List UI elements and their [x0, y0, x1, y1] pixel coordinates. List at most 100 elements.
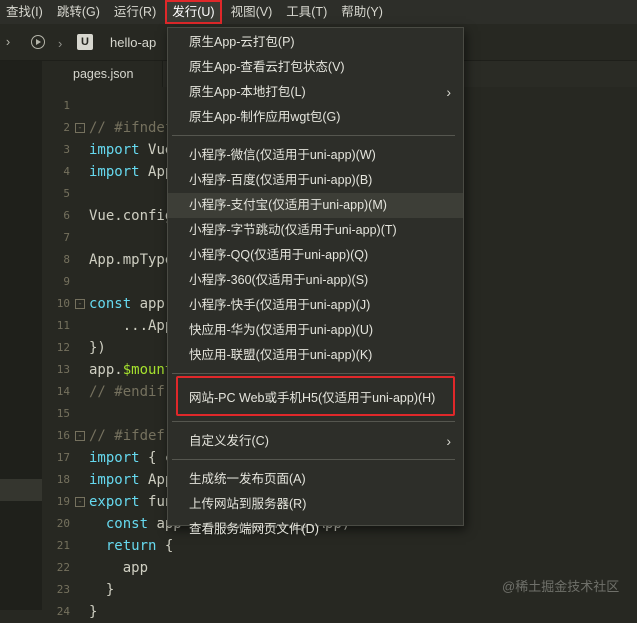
code-token: export [89, 494, 149, 510]
menu-item[interactable]: 网站-PC Web或手机H5(仅适用于uni-app)(H) [168, 386, 463, 411]
code-token: app. [89, 362, 123, 378]
line-number: 23 [56, 583, 70, 596]
watermark: @稀土掘金技术社区 [502, 579, 620, 594]
menu-item[interactable]: 上传网站到服务器(R) [168, 492, 463, 517]
tab-label: pages.json [73, 67, 134, 81]
menu-item-label: 上传网站到服务器(R) [189, 497, 307, 511]
menu-item[interactable]: 查看服务端网页文件(D) [168, 517, 463, 542]
code-text: } [89, 579, 114, 601]
line-number: 21 [56, 539, 70, 552]
line-number: 6 [63, 209, 70, 222]
menu-item[interactable]: 生成统一发布页面(A) [168, 467, 463, 492]
code-token: } [89, 582, 115, 598]
menu-item-label: 小程序-QQ(仅适用于uni-app)(Q) [189, 248, 369, 262]
code-token: const [89, 296, 140, 312]
line-number: 7 [63, 231, 70, 244]
chevron-right-icon[interactable]: › [0, 34, 16, 50]
line-number: 12 [56, 341, 70, 354]
code-token: }) [89, 340, 106, 356]
menu-item-label: 小程序-快手(仅适用于uni-app)(J) [189, 298, 371, 312]
menu-item[interactable]: 快应用-联盟(仅适用于uni-app)(K) [168, 343, 463, 368]
code-token: } [89, 604, 98, 620]
menu-item-label: 原生App-云打包(P) [189, 35, 295, 49]
menu-run[interactable]: 运行(R) [107, 0, 163, 24]
menu-item-label: 原生App-制作应用wgt包(G) [189, 110, 341, 124]
line-number: 19 [56, 495, 70, 508]
menu-publish[interactable]: 发行(U) [165, 0, 222, 24]
menu-view[interactable]: 视图(V) [224, 0, 280, 24]
menu-bar: 查找(I) 跳转(G) 运行(R) 发行(U) 视图(V) 工具(T) 帮助(Y… [0, 0, 637, 24]
code-text: } [89, 601, 97, 623]
breadcrumb-chevron-icon: › [58, 36, 63, 51]
code-text: app [89, 557, 148, 579]
menu-item[interactable]: 小程序-360(仅适用于uni-app)(S) [168, 268, 463, 293]
menu-item-label: 生成统一发布页面(A) [189, 472, 306, 486]
code-token: ...App [89, 318, 174, 334]
code-text: ...App [89, 315, 174, 337]
menu-item[interactable]: 原生App-制作应用wgt包(G) [168, 105, 463, 130]
publish-dropdown-menu: 原生App-云打包(P) 原生App-查看云打包状态(V) 原生App-本地打包(L… [167, 27, 464, 536]
menu-item[interactable]: 自定义发行(C) › [168, 429, 463, 454]
menu-goto[interactable]: 跳转(G) [50, 0, 107, 24]
project-sidebar [0, 61, 42, 610]
menu-separator [172, 135, 455, 136]
code-token: $mount [122, 362, 174, 378]
line-number: 22 [56, 561, 70, 574]
menu-item-label: 小程序-百度(仅适用于uni-app)(B) [189, 173, 373, 187]
menu-item[interactable]: 原生App-云打包(P) [168, 30, 463, 55]
fold-toggle-icon[interactable]: - [75, 299, 85, 309]
line-number: 4 [63, 165, 70, 178]
fold-toggle-icon[interactable]: - [75, 431, 85, 441]
menu-tools[interactable]: 工具(T) [279, 0, 334, 24]
submenu-arrow-icon: › [446, 433, 451, 449]
menu-item[interactable]: 原生App-本地打包(L) › [168, 80, 463, 105]
code-token: import [89, 142, 149, 158]
menu-item-label: 快应用-华为(仅适用于uni-app)(U) [189, 323, 374, 337]
line-number: 18 [56, 473, 70, 486]
line-number: 15 [56, 407, 70, 420]
code-text: // #endif [89, 381, 165, 403]
menu-item-label: 小程序-微信(仅适用于uni-app)(W) [189, 148, 376, 162]
code-token: return [89, 538, 165, 554]
line-number: 2 [63, 121, 70, 134]
menu-item[interactable]: 小程序-微信(仅适用于uni-app)(W) [168, 143, 463, 168]
menu-item-label: 小程序-360(仅适用于uni-app)(S) [189, 273, 369, 287]
code-token: const [89, 516, 157, 532]
menu-item[interactable]: 小程序-百度(仅适用于uni-app)(B) [168, 168, 463, 193]
menu-separator [172, 421, 455, 422]
line-number: 11 [56, 319, 70, 332]
line-number: 1 [63, 99, 70, 112]
code-text: }) [89, 337, 106, 359]
menu-item-label: 原生App-查看云打包状态(V) [189, 60, 345, 74]
menu-item-label: 小程序-字节跳动(仅适用于uni-app)(T) [189, 223, 397, 237]
menu-item[interactable]: 小程序-QQ(仅适用于uni-app)(Q) [168, 243, 463, 268]
menu-item[interactable]: 小程序-字节跳动(仅适用于uni-app)(T) [168, 218, 463, 243]
tab-pages-json[interactable]: pages.json [42, 61, 163, 87]
menu-separator [172, 373, 455, 374]
line-number: 24 [56, 605, 70, 618]
line-number: 16 [56, 429, 70, 442]
project-icon: U [77, 34, 93, 50]
menu-find[interactable]: 查找(I) [0, 0, 50, 24]
sidebar-selected-row[interactable] [0, 479, 42, 501]
code-token: import [89, 472, 149, 488]
menu-item[interactable]: 小程序-支付宝(仅适用于uni-app)(M) [168, 193, 463, 218]
menu-help[interactable]: 帮助(Y) [334, 0, 390, 24]
line-number: 8 [63, 253, 70, 266]
fold-toggle-icon[interactable]: - [75, 497, 85, 507]
menu-item-label: 网站-PC Web或手机H5(仅适用于uni-app)(H) [189, 391, 436, 405]
line-number: 20 [56, 517, 70, 530]
code-token: // #endif [89, 384, 165, 400]
line-number: 9 [63, 275, 70, 288]
menu-item-label: 快应用-联盟(仅适用于uni-app)(K) [189, 348, 373, 362]
menu-item-label: 小程序-支付宝(仅适用于uni-app)(M) [189, 198, 387, 212]
fold-toggle-icon[interactable]: - [75, 123, 85, 133]
line-number: 17 [56, 451, 70, 464]
menu-item[interactable]: 快应用-华为(仅适用于uni-app)(U) [168, 318, 463, 343]
menu-item-label: 原生App-本地打包(L) [189, 85, 306, 99]
menu-item[interactable]: 小程序-快手(仅适用于uni-app)(J) [168, 293, 463, 318]
line-number: 13 [56, 363, 70, 376]
project-name[interactable]: hello-ap [110, 35, 156, 50]
run-icon[interactable] [31, 35, 45, 49]
menu-item[interactable]: 原生App-查看云打包状态(V) [168, 55, 463, 80]
